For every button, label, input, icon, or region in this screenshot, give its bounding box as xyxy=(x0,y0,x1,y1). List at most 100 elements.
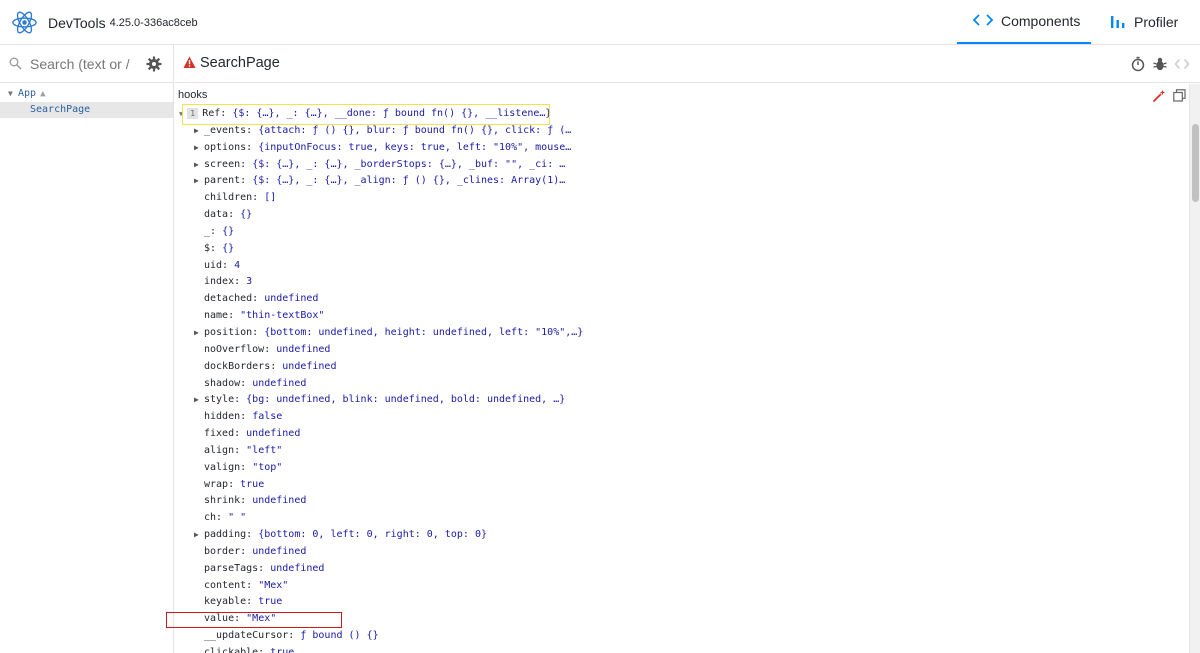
prop-entry: index: 3 xyxy=(204,274,252,291)
warning-icon xyxy=(183,56,196,68)
expand-arrow-icon[interactable]: ▶ xyxy=(194,157,199,174)
tab-profiler[interactable]: Profiler xyxy=(1106,0,1178,44)
prop-entry: name: "thin-textBox" xyxy=(204,308,324,325)
prop-row: _: {} xyxy=(175,224,1185,241)
prop-entry: detached: undefined xyxy=(204,291,318,308)
prop-row[interactable]: ▶ parent: {$: {…}, _: {…}, _align: ƒ () {… xyxy=(175,173,1185,190)
prop-row[interactable]: ▶ padding: {bottom: 0, left: 0, right: 0,… xyxy=(175,527,1185,544)
prop-row[interactable]: ▶ screen: {$: {…}, _: {…}, _borderStops: … xyxy=(175,157,1185,174)
prop-value: " " xyxy=(228,512,247,524)
magic-wand-icon[interactable] xyxy=(1152,89,1166,103)
prop-value: "left" xyxy=(246,444,283,456)
tree-item-searchpage[interactable]: SearchPage xyxy=(0,102,173,118)
prop-key: valign: xyxy=(204,461,247,473)
expand-arrow-icon[interactable]: ▶ xyxy=(194,392,199,409)
highlight-ref xyxy=(182,104,550,125)
stopwatch-icon[interactable] xyxy=(1130,56,1146,72)
prop-key: options: xyxy=(204,141,253,153)
react-logo-icon xyxy=(12,11,37,34)
prop-entry: hidden: false xyxy=(204,409,282,426)
expand-arrow-icon[interactable]: ▶ xyxy=(194,325,199,342)
prop-value: {bg: undefined, blink: undefined, bold: … xyxy=(246,394,566,406)
prop-entry: border: undefined xyxy=(204,544,306,561)
prop-key: content: xyxy=(204,579,253,591)
prop-entry: children: [] xyxy=(204,190,276,207)
prop-row: keyable: true xyxy=(175,594,1185,611)
bug-icon[interactable] xyxy=(1152,56,1168,72)
prop-value: ƒ bound () {} xyxy=(300,630,379,642)
prop-key: children: xyxy=(204,192,259,204)
prop-row: valign: "top" xyxy=(175,460,1185,477)
prop-value: undefined xyxy=(252,377,307,389)
copy-icon[interactable] xyxy=(1173,89,1186,102)
prop-key: style: xyxy=(204,394,241,406)
prop-key: fixed: xyxy=(204,428,241,440)
gear-icon[interactable] xyxy=(146,56,162,72)
prop-row: uid: 4 xyxy=(175,258,1185,275)
prop-value: "top" xyxy=(252,461,283,473)
prop-entry: _: {} xyxy=(204,224,234,241)
code-brackets-icon xyxy=(972,13,994,30)
prop-entry: valign: "top" xyxy=(204,460,282,477)
tree-item-app[interactable]: ▼ App ▲ xyxy=(0,86,173,102)
prop-key: padding: xyxy=(204,529,253,541)
prop-entry: data: {} xyxy=(204,207,252,224)
prop-key: parent: xyxy=(204,175,247,187)
tree-item-label: App xyxy=(18,88,37,99)
prop-key: name: xyxy=(204,310,235,322)
brand: DevTools 4.25.0-336ac8ceb xyxy=(11,9,198,36)
prop-entry: shrink: undefined xyxy=(204,493,306,510)
warning-icon: ▲ xyxy=(40,89,46,99)
prop-row[interactable]: ▶ style: {bg: undefined, blink: undefined… xyxy=(175,392,1185,409)
scrollbar[interactable] xyxy=(1189,84,1200,653)
view-source-icon[interactable] xyxy=(1174,56,1190,72)
prop-entry: position: {bottom: undefined, height: un… xyxy=(204,325,583,342)
prop-row: detached: undefined xyxy=(175,291,1185,308)
prop-entry: clickable: true xyxy=(204,645,294,653)
prop-value: "thin-textBox" xyxy=(240,310,325,322)
prop-row: parseTags: undefined xyxy=(175,561,1185,578)
top-bar: DevTools 4.25.0-336ac8ceb Components Pro… xyxy=(0,0,1200,45)
search-icon xyxy=(9,57,22,70)
prop-row: dockBorders: undefined xyxy=(175,359,1185,376)
expand-arrow-icon[interactable]: ▶ xyxy=(194,123,199,140)
expand-arrow-icon[interactable]: ▶ xyxy=(194,140,199,157)
expand-arrow-icon[interactable]: ▶ xyxy=(194,173,199,190)
prop-entry: shadow: undefined xyxy=(204,376,306,393)
prop-value: undefined xyxy=(276,343,331,355)
prop-key: shadow: xyxy=(204,377,247,389)
prop-value: {} xyxy=(240,209,253,221)
prop-key: keyable: xyxy=(204,596,253,608)
prop-key: _: xyxy=(204,225,217,237)
prop-value: {bottom: 0, left: 0, right: 0, top: 0} xyxy=(258,529,487,541)
prop-key: clickable: xyxy=(204,647,265,653)
tab-components[interactable]: Components xyxy=(957,0,1091,44)
prop-entry: parent: {$: {…}, _: {…}, _align: ƒ () {}… xyxy=(204,173,565,190)
search-input[interactable] xyxy=(30,54,130,74)
highlight-value xyxy=(166,612,342,628)
expand-arrow-icon[interactable]: ▼ xyxy=(8,86,18,102)
prop-value: "Mex" xyxy=(258,579,289,591)
prop-row: $: {} xyxy=(175,241,1185,258)
prop-row: shrink: undefined xyxy=(175,493,1185,510)
prop-row: name: "thin-textBox" xyxy=(175,308,1185,325)
prop-entry: uid: 4 xyxy=(204,258,240,275)
expand-arrow-icon[interactable]: ▶ xyxy=(194,527,199,544)
prop-entry: fixed: undefined xyxy=(204,426,300,443)
scrollbar-thumb[interactable] xyxy=(1192,124,1199,202)
prop-entry: padding: {bottom: 0, left: 0, right: 0, … xyxy=(204,527,487,544)
prop-key: screen: xyxy=(204,158,247,170)
prop-row: children: [] xyxy=(175,190,1185,207)
prop-entry: parseTags: undefined xyxy=(204,561,324,578)
prop-row[interactable]: ▶ options: {inputOnFocus: true, keys: tru… xyxy=(175,140,1185,157)
prop-row[interactable]: ▶ _events: {attach: ƒ () {}, blur: ƒ boun… xyxy=(175,123,1185,140)
prop-value: true xyxy=(270,647,295,653)
prop-key: $: xyxy=(204,242,217,254)
prop-row: clickable: true xyxy=(175,645,1185,653)
prop-row[interactable]: ▶ position: {bottom: undefined, height: u… xyxy=(175,325,1185,342)
prop-entry: screen: {$: {…}, _: {…}, _borderStops: {… xyxy=(204,157,565,174)
prop-value: false xyxy=(252,411,283,423)
prop-key: dockBorders: xyxy=(204,360,277,372)
prop-entry: dockBorders: undefined xyxy=(204,359,336,376)
prop-entry: $: {} xyxy=(204,241,234,258)
